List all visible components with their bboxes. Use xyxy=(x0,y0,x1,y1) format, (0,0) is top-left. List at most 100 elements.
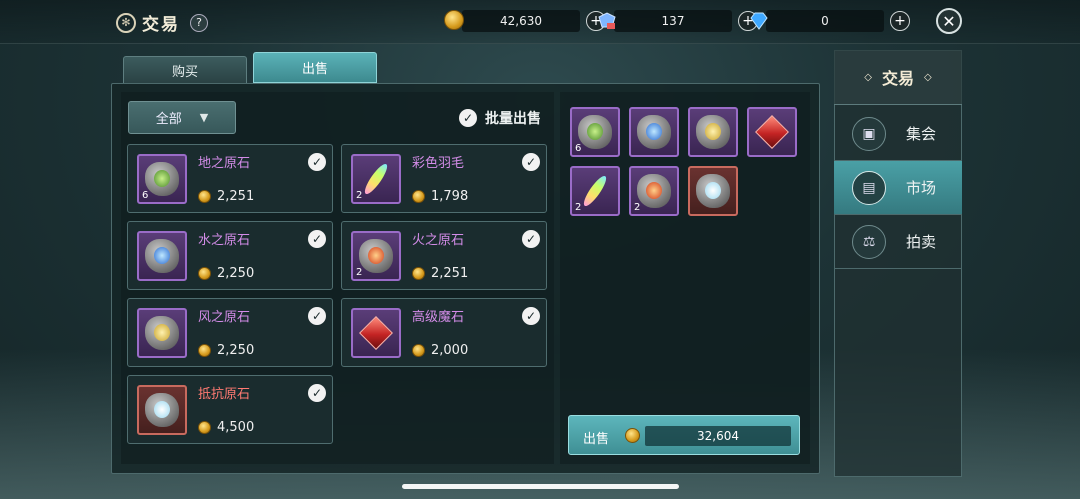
ornament-right-icon: ◇ xyxy=(924,71,932,83)
checkmark-icon[interactable]: ✓ xyxy=(522,230,540,248)
item-quantity: 6 xyxy=(142,190,149,201)
wind-stone-icon xyxy=(696,115,730,149)
water-stone-icon xyxy=(637,115,671,149)
water-stone-icon xyxy=(145,239,179,273)
gold-currency: 42,630 + xyxy=(444,9,606,33)
checkmark-icon[interactable]: ✓ xyxy=(308,153,326,171)
checkmark-icon[interactable]: ✓ xyxy=(522,307,540,325)
item-name: 风之原石 xyxy=(198,310,251,325)
earth-stone-icon xyxy=(578,115,612,149)
selected-slot[interactable]: 2 xyxy=(629,166,679,216)
help-button[interactable]: ? xyxy=(190,13,208,32)
item-price: 2,250 xyxy=(198,343,254,358)
item-slot xyxy=(137,231,187,281)
selected-slot[interactable]: 6 xyxy=(570,107,620,157)
item-name: 彩色羽毛 xyxy=(412,156,465,171)
slot-quantity: 2 xyxy=(634,202,641,213)
item-name: 抵抗原石 xyxy=(198,387,251,402)
resist-stone-icon xyxy=(145,393,179,427)
item-price: 4,500 xyxy=(198,420,254,435)
scales-icon: ⚖ xyxy=(852,224,886,259)
feather-icon xyxy=(361,161,391,197)
diamond-icon xyxy=(748,10,770,32)
item-slot: 6 xyxy=(137,154,187,204)
earth-stone-icon xyxy=(145,162,179,196)
wind-stone-icon xyxy=(145,316,179,350)
magic-gem-icon xyxy=(359,316,393,350)
item-price: 2,000 xyxy=(412,343,468,358)
item-slot xyxy=(137,385,187,435)
item-price-value: 2,250 xyxy=(217,266,255,281)
top-bar: ✻ 交易 ? 42,630 + 137 + 0 + ✕ xyxy=(0,0,1080,44)
side-nav-title: 交易 xyxy=(881,69,914,88)
gold-coin-icon xyxy=(444,10,466,32)
item-price: 2,250 xyxy=(198,266,254,281)
item-slot: 2 xyxy=(351,231,401,281)
selected-slot[interactable] xyxy=(688,107,738,157)
item-price-value: 1,798 xyxy=(431,189,469,204)
item-card[interactable]: 风之原石 2,250 ✓ xyxy=(127,298,333,367)
selected-slot[interactable] xyxy=(747,107,797,157)
selected-slot[interactable]: 2 xyxy=(570,166,620,216)
item-name: 地之原石 xyxy=(198,156,251,171)
home-indicator[interactable] xyxy=(402,484,679,489)
market-icon: ▤ xyxy=(852,170,886,205)
gold-coin-icon xyxy=(198,421,211,434)
checkmark-icon[interactable]: ✓ xyxy=(308,384,326,402)
item-price-value: 2,000 xyxy=(431,343,469,358)
resist-stone-icon xyxy=(696,174,730,208)
nav-item-auction[interactable]: ⚖ 拍卖 xyxy=(834,215,962,269)
item-price: 2,251 xyxy=(198,189,254,204)
sell-button[interactable]: 出售 32,604 xyxy=(568,415,800,455)
slot-quantity: 6 xyxy=(575,143,582,154)
fire-stone-icon xyxy=(637,174,671,208)
crystal-amount: 137 xyxy=(614,10,732,32)
crystal-icon xyxy=(596,10,618,32)
checkmark-icon[interactable]: ✓ xyxy=(522,153,540,171)
gold-coin-icon xyxy=(198,190,211,203)
diamond-currency: 0 + xyxy=(748,9,910,33)
item-card[interactable]: 2 彩色羽毛 1,798 ✓ xyxy=(341,144,547,213)
checkmark-icon: ✓ xyxy=(459,109,477,127)
sell-label: 出售 xyxy=(583,432,610,447)
checkmark-icon[interactable]: ✓ xyxy=(308,230,326,248)
item-name: 水之原石 xyxy=(198,233,251,248)
selected-slot[interactable] xyxy=(688,166,738,216)
item-price: 1,798 xyxy=(412,189,468,204)
crystal-currency: 137 + xyxy=(596,9,758,33)
filter-label: 全部 xyxy=(155,112,182,127)
selected-slot[interactable] xyxy=(629,107,679,157)
tab-buy[interactable]: 购买 xyxy=(123,56,247,84)
item-slot: 2 xyxy=(351,154,401,204)
item-card[interactable]: 抵抗原石 4,500 ✓ xyxy=(127,375,333,444)
filter-dropdown[interactable]: 全部 ▼ xyxy=(128,101,236,134)
item-card[interactable]: 水之原石 2,250 ✓ xyxy=(127,221,333,290)
item-card[interactable]: 6 地之原石 2,251 ✓ xyxy=(127,144,333,213)
item-name: 高级魔石 xyxy=(412,310,465,325)
ornament-left-icon: ◇ xyxy=(864,71,872,83)
side-nav-header: ◇ 交易 ◇ xyxy=(834,50,962,105)
nav-item-market[interactable]: ▤ 市场 xyxy=(834,161,962,215)
bag-icon: ▣ xyxy=(852,116,886,151)
item-quantity: 2 xyxy=(356,190,363,201)
checkmark-icon[interactable]: ✓ xyxy=(308,307,326,325)
nav-item-gathering[interactable]: ▣ 集会 xyxy=(834,107,962,161)
gold-coin-icon xyxy=(412,190,425,203)
slot-quantity: 2 xyxy=(575,202,582,213)
trade-emblem-icon: ✻ xyxy=(116,12,136,33)
magic-gem-icon xyxy=(755,115,789,149)
fire-stone-icon xyxy=(359,239,393,273)
item-slot xyxy=(351,308,401,358)
bulk-sell-toggle[interactable]: ✓ 批量出售 xyxy=(459,108,541,128)
add-diamond-button[interactable]: + xyxy=(890,11,910,31)
item-price-value: 2,251 xyxy=(217,189,255,204)
gold-coin-icon xyxy=(198,344,211,357)
nav-item-label: 市场 xyxy=(906,179,937,197)
close-button[interactable]: ✕ xyxy=(936,8,962,34)
item-slot xyxy=(137,308,187,358)
item-card[interactable]: 2 火之原石 2,251 ✓ xyxy=(341,221,547,290)
item-card[interactable]: 高级魔石 2,000 ✓ xyxy=(341,298,547,367)
item-price-value: 4,500 xyxy=(217,420,255,435)
chevron-down-icon: ▼ xyxy=(199,111,209,124)
tab-sell[interactable]: 出售 xyxy=(253,52,377,83)
